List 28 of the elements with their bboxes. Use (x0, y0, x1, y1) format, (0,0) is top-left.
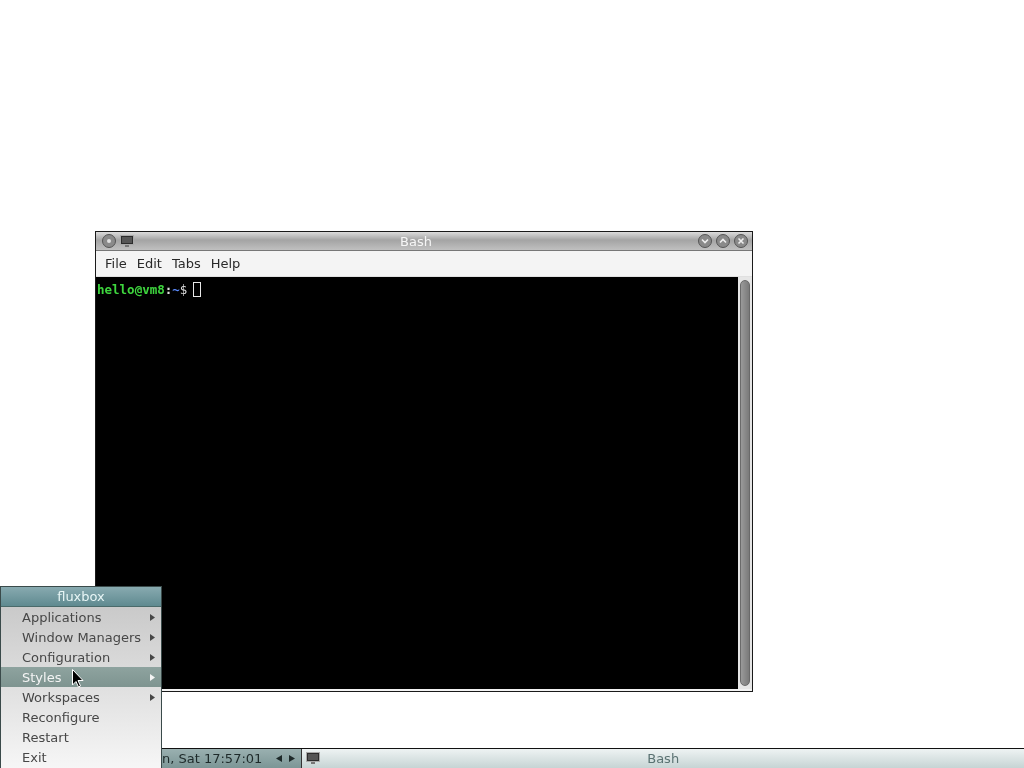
menu-entry[interactable]: Restart (1, 727, 161, 747)
right-arrow-icon[interactable] (289, 755, 296, 762)
shell-prompt: hello@vm8:~$ (97, 281, 188, 298)
menu-entry[interactable]: Reconfigure (1, 707, 161, 727)
terminal-cursor (193, 282, 202, 297)
clock-text: n, Sat 17:57:01 (161, 749, 271, 768)
monitor-icon (306, 752, 321, 764)
menu-item[interactable]: File (100, 253, 132, 274)
task-button[interactable]: Bash (302, 749, 1024, 768)
menu-title: fluxbox (1, 587, 161, 607)
left-arrow-icon[interactable] (276, 755, 283, 762)
maximize-button[interactable] (716, 234, 730, 248)
menu-entry[interactable]: Workspaces (1, 687, 161, 707)
mouse-pointer-icon (72, 669, 84, 688)
window-menu-button[interactable] (102, 234, 116, 248)
monitor-icon (120, 235, 134, 247)
submenu-arrow-icon (150, 673, 155, 681)
menu-entry[interactable]: Exit (1, 747, 161, 767)
menu-item[interactable]: Edit (131, 253, 167, 274)
submenu-arrow-icon (150, 633, 155, 641)
minimize-button[interactable] (698, 234, 712, 248)
close-button[interactable] (734, 234, 748, 248)
submenu-arrow-icon (150, 693, 155, 701)
window-title: Bash (399, 232, 433, 250)
menu-item[interactable]: Tabs (166, 253, 206, 274)
menu-item[interactable]: Help (205, 253, 246, 274)
submenu-arrow-icon (150, 613, 155, 621)
submenu-arrow-icon (150, 653, 155, 661)
